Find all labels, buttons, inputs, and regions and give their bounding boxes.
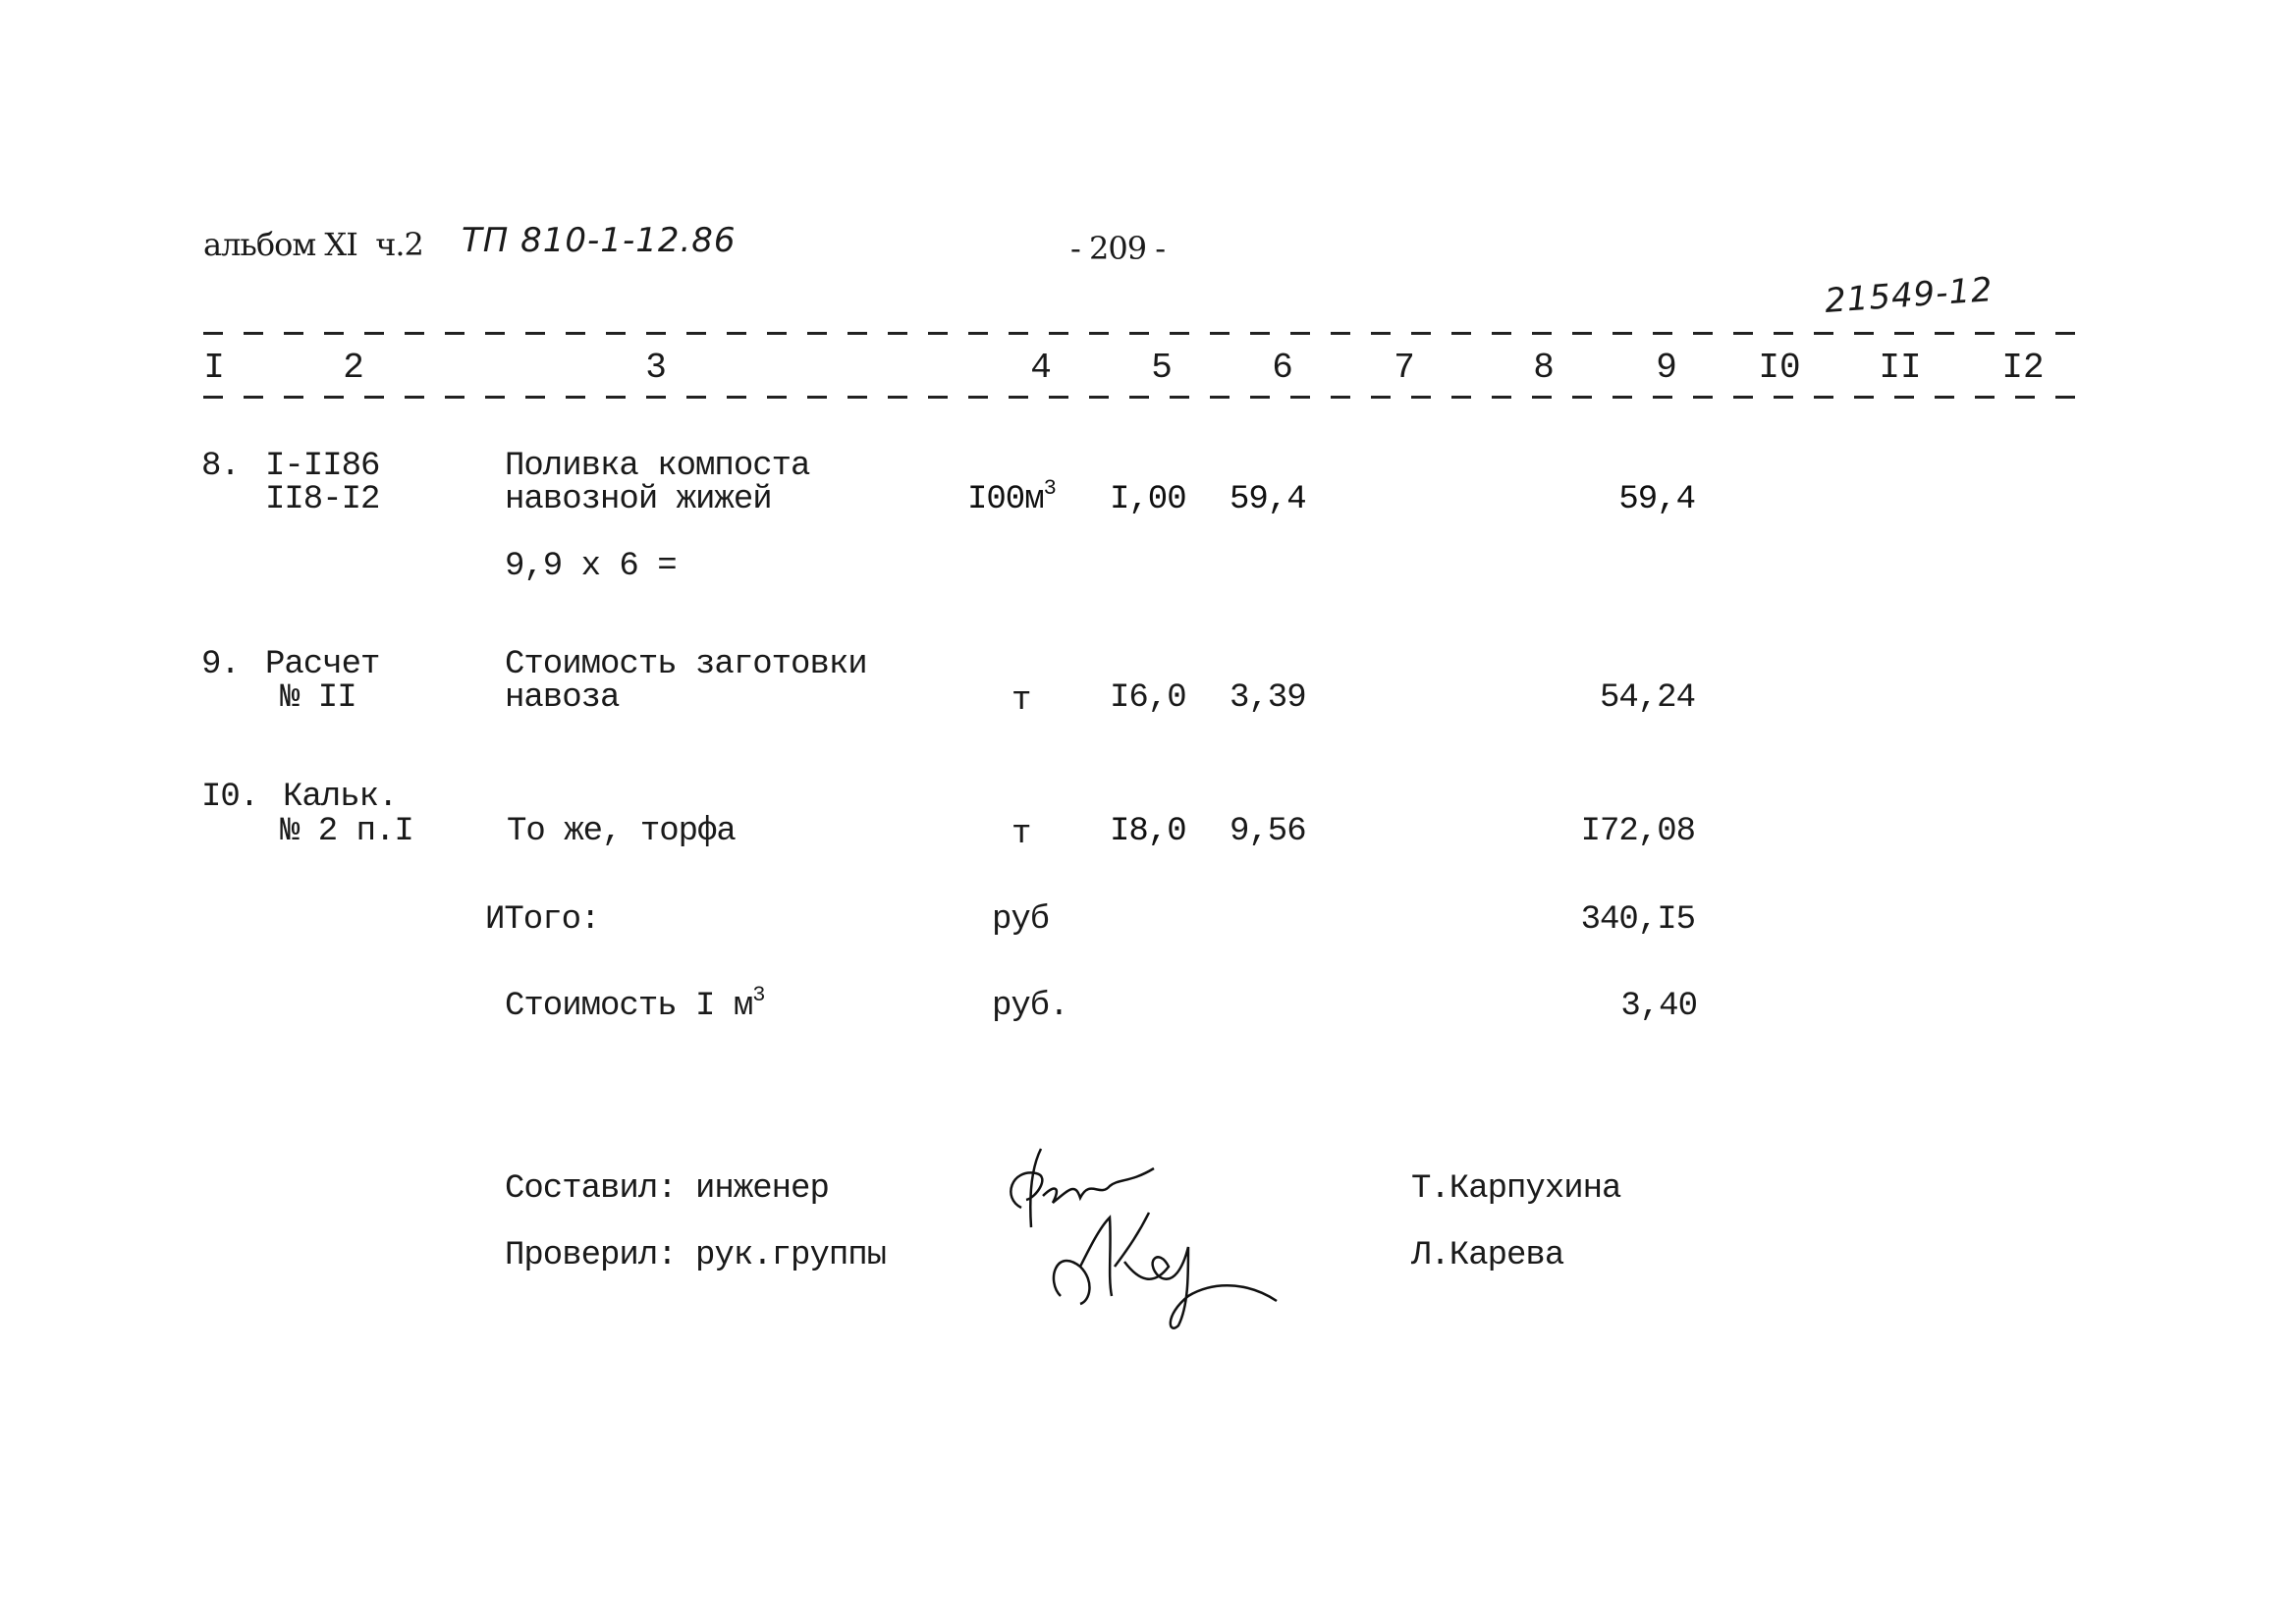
row-basis-line2: II8-I2 <box>265 481 380 518</box>
row-description-line1: Поливка компоста <box>505 448 810 485</box>
row-total: 54,24 <box>1599 679 1696 717</box>
album-label: альбом XI ч.2 <box>203 226 424 263</box>
row-quantity: I6,0 <box>1110 679 1187 717</box>
row-price: 3,39 <box>1230 679 1307 717</box>
column-header: I <box>203 348 225 388</box>
handwritten-signature-2 <box>1052 1212 1278 1329</box>
row-description-line2: навоза <box>505 679 620 717</box>
row-price: 9,56 <box>1230 813 1307 850</box>
row-index: 9. <box>201 646 241 683</box>
archive-number: 21549-12 <box>1823 270 1995 321</box>
column-header: I2 <box>2001 348 2045 388</box>
page-number: - 209 - <box>1070 230 1166 267</box>
total-label: ИТого: <box>485 901 600 939</box>
row-index: I0. <box>201 779 259 816</box>
row-unit: I00м3 <box>967 476 1057 518</box>
row-price: 59,4 <box>1230 481 1307 518</box>
compiled-by-name: Т.Карпухина <box>1411 1170 1621 1208</box>
row-total: 59,4 <box>1618 481 1696 518</box>
row-description-line1: То же, торфа <box>507 813 737 850</box>
column-header: 6 <box>1272 348 1293 388</box>
dashed-rule-bottom <box>203 396 2089 399</box>
column-header: 9 <box>1656 348 1677 388</box>
compiled-by-role: Составил: инженер <box>505 1170 830 1208</box>
row-basis-line1: I-II86 <box>265 448 380 485</box>
row-quantity: I8,0 <box>1110 813 1187 850</box>
row-basis-line2: № II <box>280 679 357 717</box>
column-header: I0 <box>1758 348 1801 388</box>
row-quantity: I,00 <box>1110 481 1187 518</box>
row-index: 8. <box>201 448 241 485</box>
column-header: 5 <box>1151 348 1173 388</box>
unit-cost-value: 3,40 <box>1620 988 1698 1025</box>
row-basis-line1: Кальк. <box>283 779 398 816</box>
total-unit: руб <box>992 901 1050 939</box>
total-value: 340,I5 <box>1580 901 1696 939</box>
row-unit: т <box>1011 816 1031 853</box>
column-header: 4 <box>1030 348 1052 388</box>
row-description-line2: навозной жижей <box>505 481 773 518</box>
project-code: ТП 810-1-12.86 <box>462 221 737 260</box>
column-header: 7 <box>1394 348 1415 388</box>
row-basis-line2: № 2 п.I <box>280 813 414 850</box>
row-note: 9,9 х 6 = <box>505 548 678 585</box>
dashed-rule-top <box>203 332 2089 335</box>
row-unit: т <box>1011 682 1031 720</box>
unit-cost-label: Стоимость I м3 <box>505 983 765 1025</box>
column-header: 2 <box>343 348 364 388</box>
row-description-line1: Стоимость заготовки <box>505 646 868 683</box>
row-total: I72,08 <box>1580 813 1696 850</box>
column-header: 3 <box>645 348 667 388</box>
checked-by-role: Проверил: рук.группы <box>505 1237 887 1274</box>
unit-cost-unit: руб. <box>992 988 1069 1025</box>
checked-by-name: Л.Карева <box>1411 1237 1564 1274</box>
column-header: II <box>1879 348 1922 388</box>
column-header: 8 <box>1533 348 1555 388</box>
row-basis-line1: Расчет <box>265 646 380 683</box>
